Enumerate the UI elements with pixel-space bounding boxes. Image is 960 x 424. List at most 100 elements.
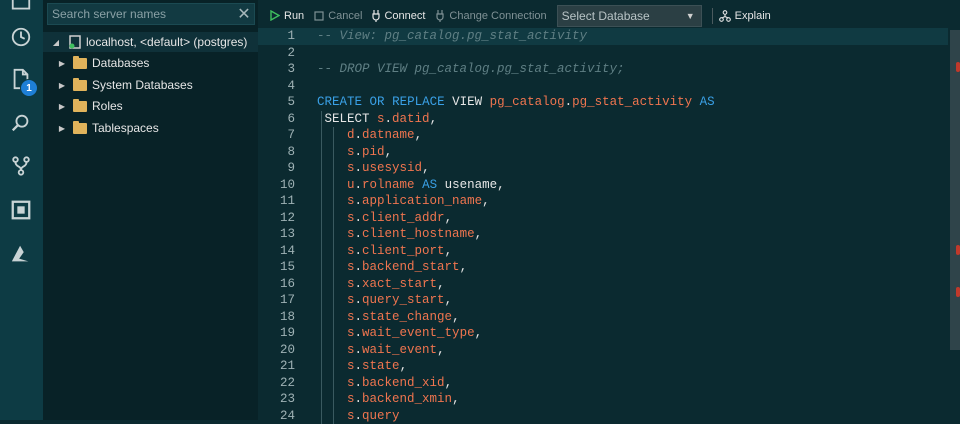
code-line[interactable]: 9 s.usesysid,	[258, 160, 948, 177]
expand-arrow-icon[interactable]: ▶	[57, 81, 67, 90]
code-text: s.wait_event,	[317, 342, 445, 359]
folder-icon	[73, 80, 87, 91]
server-icon	[69, 35, 81, 49]
code-line[interactable]: 14 s.client_port,	[258, 243, 948, 260]
code-line[interactable]: 12 s.client_addr,	[258, 210, 948, 227]
select-database-value: Select Database	[562, 9, 650, 23]
code-line[interactable]: 4	[258, 78, 948, 95]
expand-arrow-icon[interactable]: ▶	[57, 59, 67, 68]
code-text: s.backend_xid,	[317, 375, 452, 392]
code-text: s.client_port,	[317, 243, 452, 260]
code-line[interactable]: 19 s.wait_event_type,	[258, 325, 948, 342]
server-search-input[interactable]	[48, 6, 234, 22]
code-line[interactable]: 22 s.backend_xid,	[258, 375, 948, 392]
code-line[interactable]: 15 s.backend_start,	[258, 259, 948, 276]
line-number: 10	[258, 177, 295, 194]
query-toolbar: Run Cancel Connect Change Connection Sel…	[258, 0, 960, 31]
expand-arrow-icon[interactable]: ▶	[57, 102, 67, 111]
code-line[interactable]: 10 u.rolname AS usename,	[258, 177, 948, 194]
search-icon[interactable]	[9, 111, 33, 135]
line-number: 7	[258, 127, 295, 144]
explain-icon	[719, 10, 731, 22]
indent-guide	[321, 111, 322, 424]
code-text: s.client_hostname,	[317, 226, 482, 243]
explain-button[interactable]: Explain	[719, 10, 771, 22]
line-number: 4	[258, 78, 295, 95]
code-line[interactable]: 5CREATE OR REPLACE VIEW pg_catalog.pg_st…	[258, 94, 948, 111]
extensions-icon[interactable]	[9, 198, 33, 222]
change-connection-button[interactable]: Change Connection	[435, 10, 546, 22]
line-number: 15	[258, 259, 295, 276]
code-text: s.wait_event_type,	[317, 325, 482, 342]
select-database-dropdown[interactable]: Select Database ▼	[557, 5, 702, 27]
code-line[interactable]: 11 s.application_name,	[258, 193, 948, 210]
code-text: s.state,	[317, 358, 407, 375]
code-area[interactable]: 1-- View: pg_catalog.pg_stat_activity23 -…	[258, 28, 960, 420]
code-line[interactable]: 7 d.datname,	[258, 127, 948, 144]
history-icon[interactable]	[9, 25, 33, 49]
code-line[interactable]: 8 s.pid,	[258, 144, 948, 161]
servers-sidebar: ✕ ◢ localhost, <default> (postgres) ▶ Da…	[43, 0, 258, 420]
code-line[interactable]: 6 SELECT s.datid,	[258, 111, 948, 128]
line-number: 3	[258, 61, 295, 78]
code-line[interactable]: 17 s.query_start,	[258, 292, 948, 309]
code-line[interactable]: 24 s.query	[258, 408, 948, 424]
cancel-label: Cancel	[328, 10, 362, 22]
change-connection-label: Change Connection	[449, 10, 546, 22]
tree-item-label: Tablespaces	[92, 121, 159, 135]
line-number: 9	[258, 160, 295, 177]
tree-item-tablespaces[interactable]: ▶ Tablespaces	[57, 118, 159, 138]
line-number: 8	[258, 144, 295, 161]
tree-item-roles[interactable]: ▶ Roles	[57, 96, 123, 116]
code-text: s.query_start,	[317, 292, 452, 309]
cancel-button[interactable]: Cancel	[314, 10, 362, 22]
code-line[interactable]: 1-- View: pg_catalog.pg_stat_activity	[258, 28, 948, 45]
query-editor: Run Cancel Connect Change Connection Sel…	[258, 0, 960, 420]
azure-icon[interactable]	[9, 242, 33, 266]
source-control-icon[interactable]	[9, 154, 33, 178]
code-text: s.state_change,	[317, 309, 460, 326]
code-text: CREATE OR REPLACE VIEW pg_catalog.pg_sta…	[317, 94, 715, 111]
tree-item-databases[interactable]: ▶ Databases	[57, 53, 149, 73]
line-number: 19	[258, 325, 295, 342]
code-line[interactable]: 20 s.wait_event,	[258, 342, 948, 359]
tree-item-system-databases[interactable]: ▶ System Databases	[57, 75, 193, 95]
code-line[interactable]: 18 s.state_change,	[258, 309, 948, 326]
clear-search-icon[interactable]: ✕	[234, 4, 254, 24]
code-text: -- DROP VIEW pg_catalog.pg_stat_activity…	[317, 61, 625, 78]
overview-ruler-mark	[956, 62, 960, 72]
code-text: s.client_addr,	[317, 210, 452, 227]
line-number: 11	[258, 193, 295, 210]
line-number: 21	[258, 358, 295, 375]
code-text: u.rolname AS usename,	[317, 177, 505, 194]
line-number: 6	[258, 111, 295, 128]
run-button[interactable]: Run	[270, 10, 304, 22]
code-text: s.xact_start,	[317, 276, 445, 293]
explain-label: Explain	[735, 10, 771, 22]
server-node-localhost[interactable]: ◢ localhost, <default> (postgres)	[43, 32, 258, 52]
code-line[interactable]: 13 s.client_hostname,	[258, 226, 948, 243]
servers-icon[interactable]	[9, 0, 33, 16]
code-line[interactable]: 2	[258, 45, 948, 62]
connect-button[interactable]: Connect	[372, 10, 425, 22]
code-line[interactable]: 16 s.xact_start,	[258, 276, 948, 293]
collapse-arrow-icon[interactable]: ◢	[51, 38, 61, 47]
code-text: s.backend_xmin,	[317, 391, 460, 408]
plug-icon	[372, 10, 380, 22]
code-line[interactable]: 3 -- DROP VIEW pg_catalog.pg_stat_activit…	[258, 61, 948, 78]
overview-ruler-mark	[956, 245, 960, 255]
tree-item-label: Databases	[92, 56, 149, 70]
folder-icon	[73, 123, 87, 134]
expand-arrow-icon[interactable]: ▶	[57, 124, 67, 133]
stop-icon	[314, 11, 324, 21]
play-icon	[270, 10, 280, 21]
line-number: 14	[258, 243, 295, 260]
code-text: -- View: pg_catalog.pg_stat_activity	[317, 28, 587, 45]
indent-guide	[333, 127, 334, 424]
code-line[interactable]: 21 s.state,	[258, 358, 948, 375]
code-line[interactable]: 23 s.backend_xmin,	[258, 391, 948, 408]
run-label: Run	[284, 10, 304, 22]
code-text: s.application_name,	[317, 193, 490, 210]
server-node-label: localhost, <default> (postgres)	[86, 35, 247, 49]
editor-scrollbar[interactable]	[950, 30, 960, 350]
